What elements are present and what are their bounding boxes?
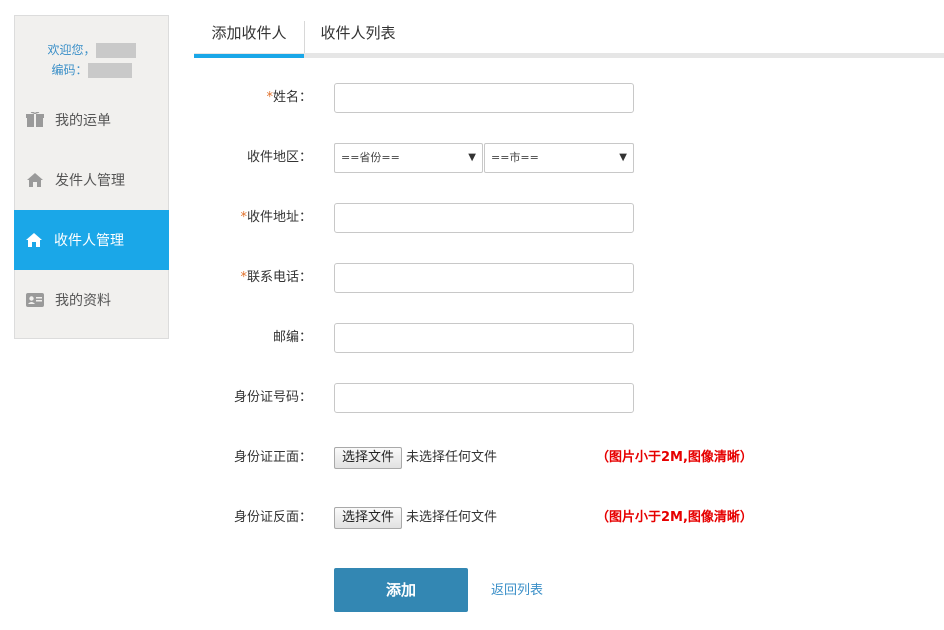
region-label: 收件地区：	[246, 150, 312, 165]
id-back-choose-file-button[interactable]: 选择文件	[334, 507, 403, 529]
code-masked	[87, 63, 132, 78]
sidebar: 欢迎您， 编码： 我的运单 发件人管理 收件人管理 我的资料	[14, 15, 169, 339]
id-front-choose-file-button[interactable]: 选择文件	[334, 447, 403, 469]
id-back-file-status: 未选择任何文件	[406, 510, 498, 525]
home-icon	[25, 170, 45, 190]
sidebar-item-my-profile[interactable]: 我的资料	[15, 270, 168, 330]
id-front-label: 身份证正面：	[233, 450, 312, 465]
dropdown-arrow-icon: ▼	[619, 152, 627, 163]
form-row-address: *收件地址：	[194, 203, 944, 233]
id-front-file-status: 未选择任何文件	[406, 450, 498, 465]
postcode-input[interactable]	[334, 323, 634, 353]
phone-input[interactable]	[334, 263, 634, 293]
form-row-phone: *联系电话：	[194, 263, 944, 293]
phone-label-text: 联系电话：	[246, 270, 312, 285]
address-label-text: 收件地址：	[246, 210, 312, 225]
city-select[interactable]: ==市== ▼	[484, 143, 634, 173]
sidebar-item-label: 我的资料	[55, 293, 111, 309]
back-to-list-link[interactable]: 返回列表	[491, 580, 543, 602]
id-card-icon	[25, 290, 45, 310]
address-label: *收件地址：	[240, 203, 312, 233]
tab-add-receiver[interactable]: 添加收件人	[194, 15, 304, 58]
dropdown-arrow-icon: ▼	[468, 152, 476, 163]
phone-label: *联系电话：	[240, 263, 312, 293]
gift-box-icon	[25, 110, 45, 130]
name-label: *姓名：	[266, 83, 312, 113]
province-select-value: ==省份==	[341, 151, 400, 164]
home-icon	[24, 230, 44, 250]
id-back-image-hint: （图片小于2M,图像清晰）	[596, 510, 753, 525]
username-masked	[95, 43, 136, 58]
sidebar-item-receiver-management[interactable]: 收件人管理	[14, 210, 169, 270]
postcode-label: 邮编：	[272, 330, 312, 345]
id-number-input[interactable]	[334, 383, 634, 413]
name-input[interactable]	[334, 83, 634, 113]
sidebar-item-label: 发件人管理	[55, 173, 125, 189]
form-row-name: *姓名：	[194, 83, 944, 113]
tab-bar-underline	[194, 53, 944, 58]
city-select-value: ==市==	[491, 151, 539, 164]
id-front-image-hint: （图片小于2M,图像清晰）	[596, 450, 753, 465]
id-back-label: 身份证反面：	[233, 510, 312, 525]
tab-label: 添加收件人	[211, 24, 287, 42]
name-label-text: 姓名：	[272, 90, 312, 105]
welcome-block: 欢迎您， 编码：	[15, 40, 168, 80]
form-row-postcode: 邮编：	[194, 323, 944, 353]
form-row-id-front: 身份证正面： 选择文件 未选择任何文件 （图片小于2M,图像清晰）	[194, 443, 944, 473]
province-select[interactable]: ==省份== ▼	[334, 143, 483, 173]
form-row-id-back: 身份证反面： 选择文件 未选择任何文件 （图片小于2M,图像清晰）	[194, 503, 944, 533]
id-number-label: 身份证号码：	[233, 390, 312, 405]
tab-receiver-list[interactable]: 收件人列表	[305, 15, 411, 53]
welcome-label: 欢迎您，	[47, 43, 96, 57]
form-row-id-number: 身份证号码：	[194, 383, 944, 413]
address-input[interactable]	[334, 203, 634, 233]
sidebar-item-label: 收件人管理	[54, 233, 124, 249]
add-button[interactable]: 添加	[334, 568, 468, 612]
tab-label: 收件人列表	[320, 24, 396, 42]
active-tab-indicator	[194, 54, 304, 58]
tab-bar: 添加收件人 收件人列表	[194, 15, 944, 58]
sidebar-item-label: 我的运单	[55, 113, 111, 129]
form-row-region: 收件地区： ==省份== ▼ ==市== ▼	[194, 143, 944, 173]
sidebar-item-my-waybills[interactable]: 我的运单	[15, 90, 168, 150]
code-label: 编码：	[51, 63, 88, 77]
sidebar-item-sender-management[interactable]: 发件人管理	[15, 150, 168, 210]
